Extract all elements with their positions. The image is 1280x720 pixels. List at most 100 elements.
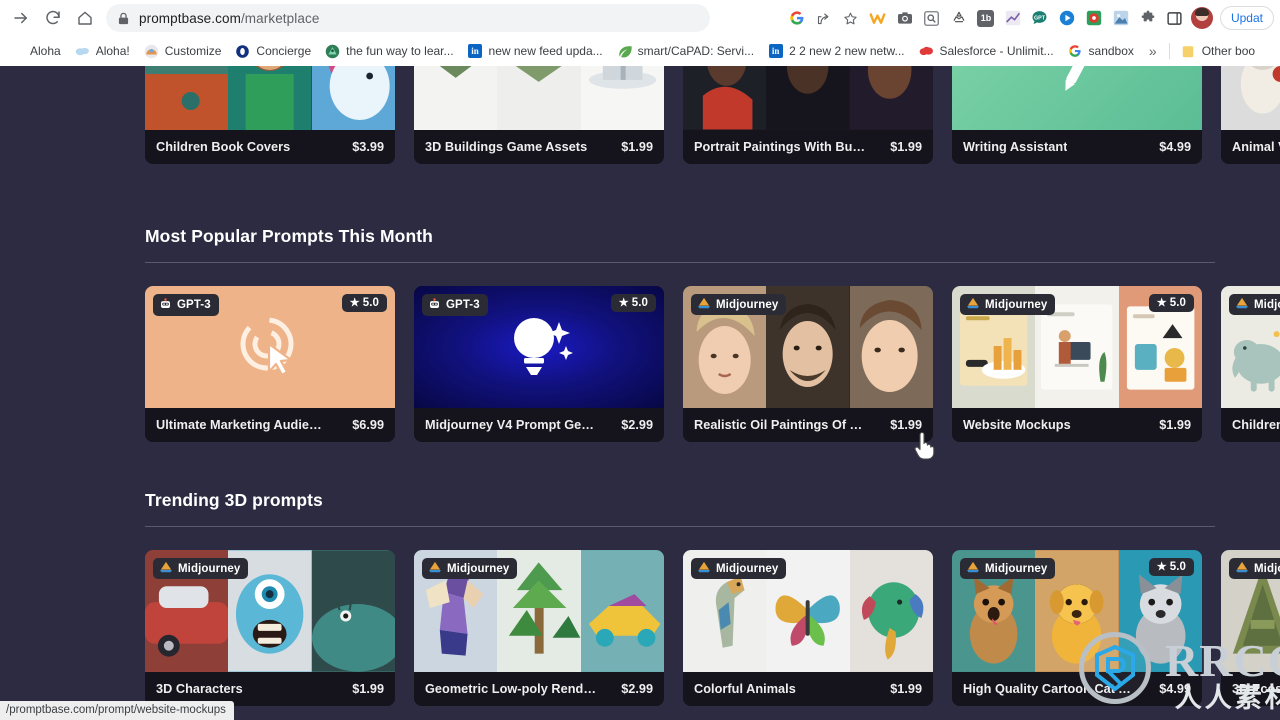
reload-icon[interactable]: [38, 3, 68, 33]
gpt-extension-icon[interactable]: GPT: [1027, 5, 1053, 31]
toolbar-actions: 1b GPT Updat: [784, 5, 1274, 31]
prompt-card-price: $4.99: [1159, 140, 1191, 154]
prompt-card-footer: Website Mockups $1.99: [952, 408, 1202, 442]
prompt-card-image: Midjourney: [683, 286, 933, 408]
bookmark-item[interactable]: Concierge: [228, 41, 318, 62]
rating-badge: ★ 5.0: [1148, 558, 1194, 576]
bookmark-item[interactable]: Customize: [137, 41, 229, 62]
prompt-card-price: $2.99: [621, 682, 653, 696]
prompt-card[interactable]: Midjourney ★ 5.0 Website Mockups $1.99: [952, 286, 1202, 442]
prompt-card[interactable]: Animal Valentine: [1221, 66, 1280, 164]
bookmarks-overflow-button[interactable]: »: [1141, 40, 1165, 62]
image-slice: [849, 286, 933, 408]
rating-value: 5.0: [1169, 561, 1186, 573]
status-bar-link: /promptbase.com/prompt/website-mockups: [0, 701, 234, 720]
bookmark-item[interactable]: smart/CaPAD: Servi...: [610, 41, 761, 62]
section-top-row: Children Book Covers $3.99 3D Buildings …: [145, 66, 1280, 164]
image-slice: [414, 66, 498, 130]
other-bookmarks-label: Other boo: [1201, 44, 1256, 58]
model-badge: GPT-3: [422, 294, 488, 316]
one-extension-icon[interactable]: 1b: [973, 5, 999, 31]
bookmark-item[interactable]: in new new feed upda...: [461, 41, 610, 62]
image-slice: [766, 66, 850, 130]
bookmark-label: Concierge: [256, 44, 312, 58]
update-button[interactable]: Updat: [1219, 6, 1274, 30]
image-slice: [227, 66, 312, 130]
prompt-card-price: $1.99: [890, 682, 922, 696]
model-badge: Midjourney: [960, 294, 1056, 315]
sidepanel-icon[interactable]: [1162, 5, 1188, 31]
prompt-card[interactable]: Midjourney Geometric Low-poly Renders $2…: [414, 550, 664, 706]
prompt-card[interactable]: GPT-3 ★ 5.0: [414, 286, 664, 442]
profile-avatar[interactable]: [1190, 7, 1213, 29]
salesforce-icon: [919, 44, 934, 59]
bookmark-label: Salesforce - Unlimit...: [939, 44, 1054, 58]
prompt-card[interactable]: Midjourney Colorful Animals $1.99: [683, 550, 933, 706]
url-text: promptbase.com/marketplace: [139, 11, 319, 26]
rating-badge: ★ 5.0: [1148, 294, 1194, 312]
prompt-card-footer: Ultimate Marketing Audience $6.99: [145, 408, 395, 442]
section-divider: [145, 262, 1215, 263]
bookmark-item[interactable]: Aloha!: [68, 41, 137, 62]
bookmark-item[interactable]: Aloha: [2, 41, 68, 62]
midjourney-icon: [428, 561, 442, 576]
prompt-card-title: Animal Valentine: [1232, 140, 1280, 154]
prompt-card-footer: Portrait Paintings With Bursts... $1.99: [683, 130, 933, 164]
model-badge-label: Midjourney: [985, 562, 1048, 575]
section-title: Trending 3D prompts: [145, 490, 323, 510]
concierge-icon: [235, 44, 250, 59]
prompt-card-title: Website Mockups: [963, 418, 1071, 432]
image-extension-icon[interactable]: [1108, 5, 1134, 31]
google-icon[interactable]: [784, 5, 810, 31]
other-bookmarks-folder[interactable]: Other boo: [1174, 41, 1262, 62]
section-trending-3d: Trending 3D prompts Midjourney 3D Charac…: [145, 490, 1280, 706]
puzzle-extensions-icon[interactable]: [1135, 5, 1161, 31]
prompt-card[interactable]: Midjourney 3D Ecosystem Le: [1221, 550, 1280, 706]
search-box-extension-icon[interactable]: [919, 5, 945, 31]
prompt-card-image: Midjourney: [1221, 550, 1280, 672]
midjourney-icon: [1235, 297, 1249, 312]
section-title: Most Popular Prompts This Month: [145, 226, 433, 246]
bookmark-item[interactable]: sandbox: [1061, 41, 1141, 62]
prompt-card[interactable]: Midjourney Children Animal: [1221, 286, 1280, 442]
midjourney-icon: [966, 297, 980, 312]
share-icon[interactable]: [811, 5, 837, 31]
page-viewport: Children Book Covers $3.99 3D Buildings …: [0, 66, 1280, 720]
chart-extension-icon[interactable]: [1000, 5, 1026, 31]
honey-extension-icon[interactable]: [865, 5, 891, 31]
prompt-card[interactable]: GPT-3 ★ 5.0: [145, 286, 395, 442]
address-bar[interactable]: promptbase.com/marketplace: [106, 4, 710, 32]
prompt-card[interactable]: Writing Assistant $4.99: [952, 66, 1202, 164]
bookmark-item[interactable]: in 2 2 new 2 new netw...: [761, 41, 911, 62]
bookmark-label: the fun way to lear...: [346, 44, 454, 58]
model-badge: Midjourney: [153, 558, 249, 579]
prompt-card[interactable]: Portrait Paintings With Bursts... $1.99: [683, 66, 933, 164]
prompt-card[interactable]: Midjourney ★ 5.0 High Quality Cartoon Ca…: [952, 550, 1202, 706]
midjourney-icon: [159, 561, 173, 576]
camera-extension-icon[interactable]: [892, 5, 918, 31]
home-icon[interactable]: [70, 3, 100, 33]
leaf-icon: [617, 44, 632, 59]
google-icon: [1068, 44, 1083, 59]
recycle-extension-icon[interactable]: [946, 5, 972, 31]
prompt-card-title: 3D Ecosystem Le: [1232, 682, 1280, 696]
bookmark-item[interactable]: Salesforce - Unlimit...: [912, 41, 1061, 62]
bookmark-star-icon[interactable]: [838, 5, 864, 31]
forward-arrow-icon[interactable]: [6, 3, 36, 33]
model-badge: Midjourney: [691, 558, 787, 579]
prompt-card[interactable]: Children Book Covers $3.99: [145, 66, 395, 164]
customize-icon: [144, 44, 159, 59]
record-extension-icon[interactable]: [1081, 5, 1107, 31]
prompt-card[interactable]: 3D Buildings Game Assets $1.99: [414, 66, 664, 164]
prompt-card[interactable]: Midjourney Realistic Oil Paintings Of Yo…: [683, 286, 933, 442]
prompt-card-title: 3D Characters: [156, 682, 243, 696]
play-extension-icon[interactable]: [1054, 5, 1080, 31]
prompt-card[interactable]: Midjourney 3D Characters $1.99: [145, 550, 395, 706]
bookmark-item[interactable]: the fun way to lear...: [318, 41, 460, 62]
prompt-card-image: Midjourney: [1221, 286, 1280, 408]
model-badge-label: Midjourney: [1254, 298, 1280, 311]
prompt-card-image: [145, 66, 395, 130]
star-icon: ★: [349, 296, 360, 309]
browser-toolbar: promptbase.com/marketplace 1b GPT Updat: [0, 0, 1280, 36]
bookmark-label: Aloha!: [95, 44, 130, 58]
